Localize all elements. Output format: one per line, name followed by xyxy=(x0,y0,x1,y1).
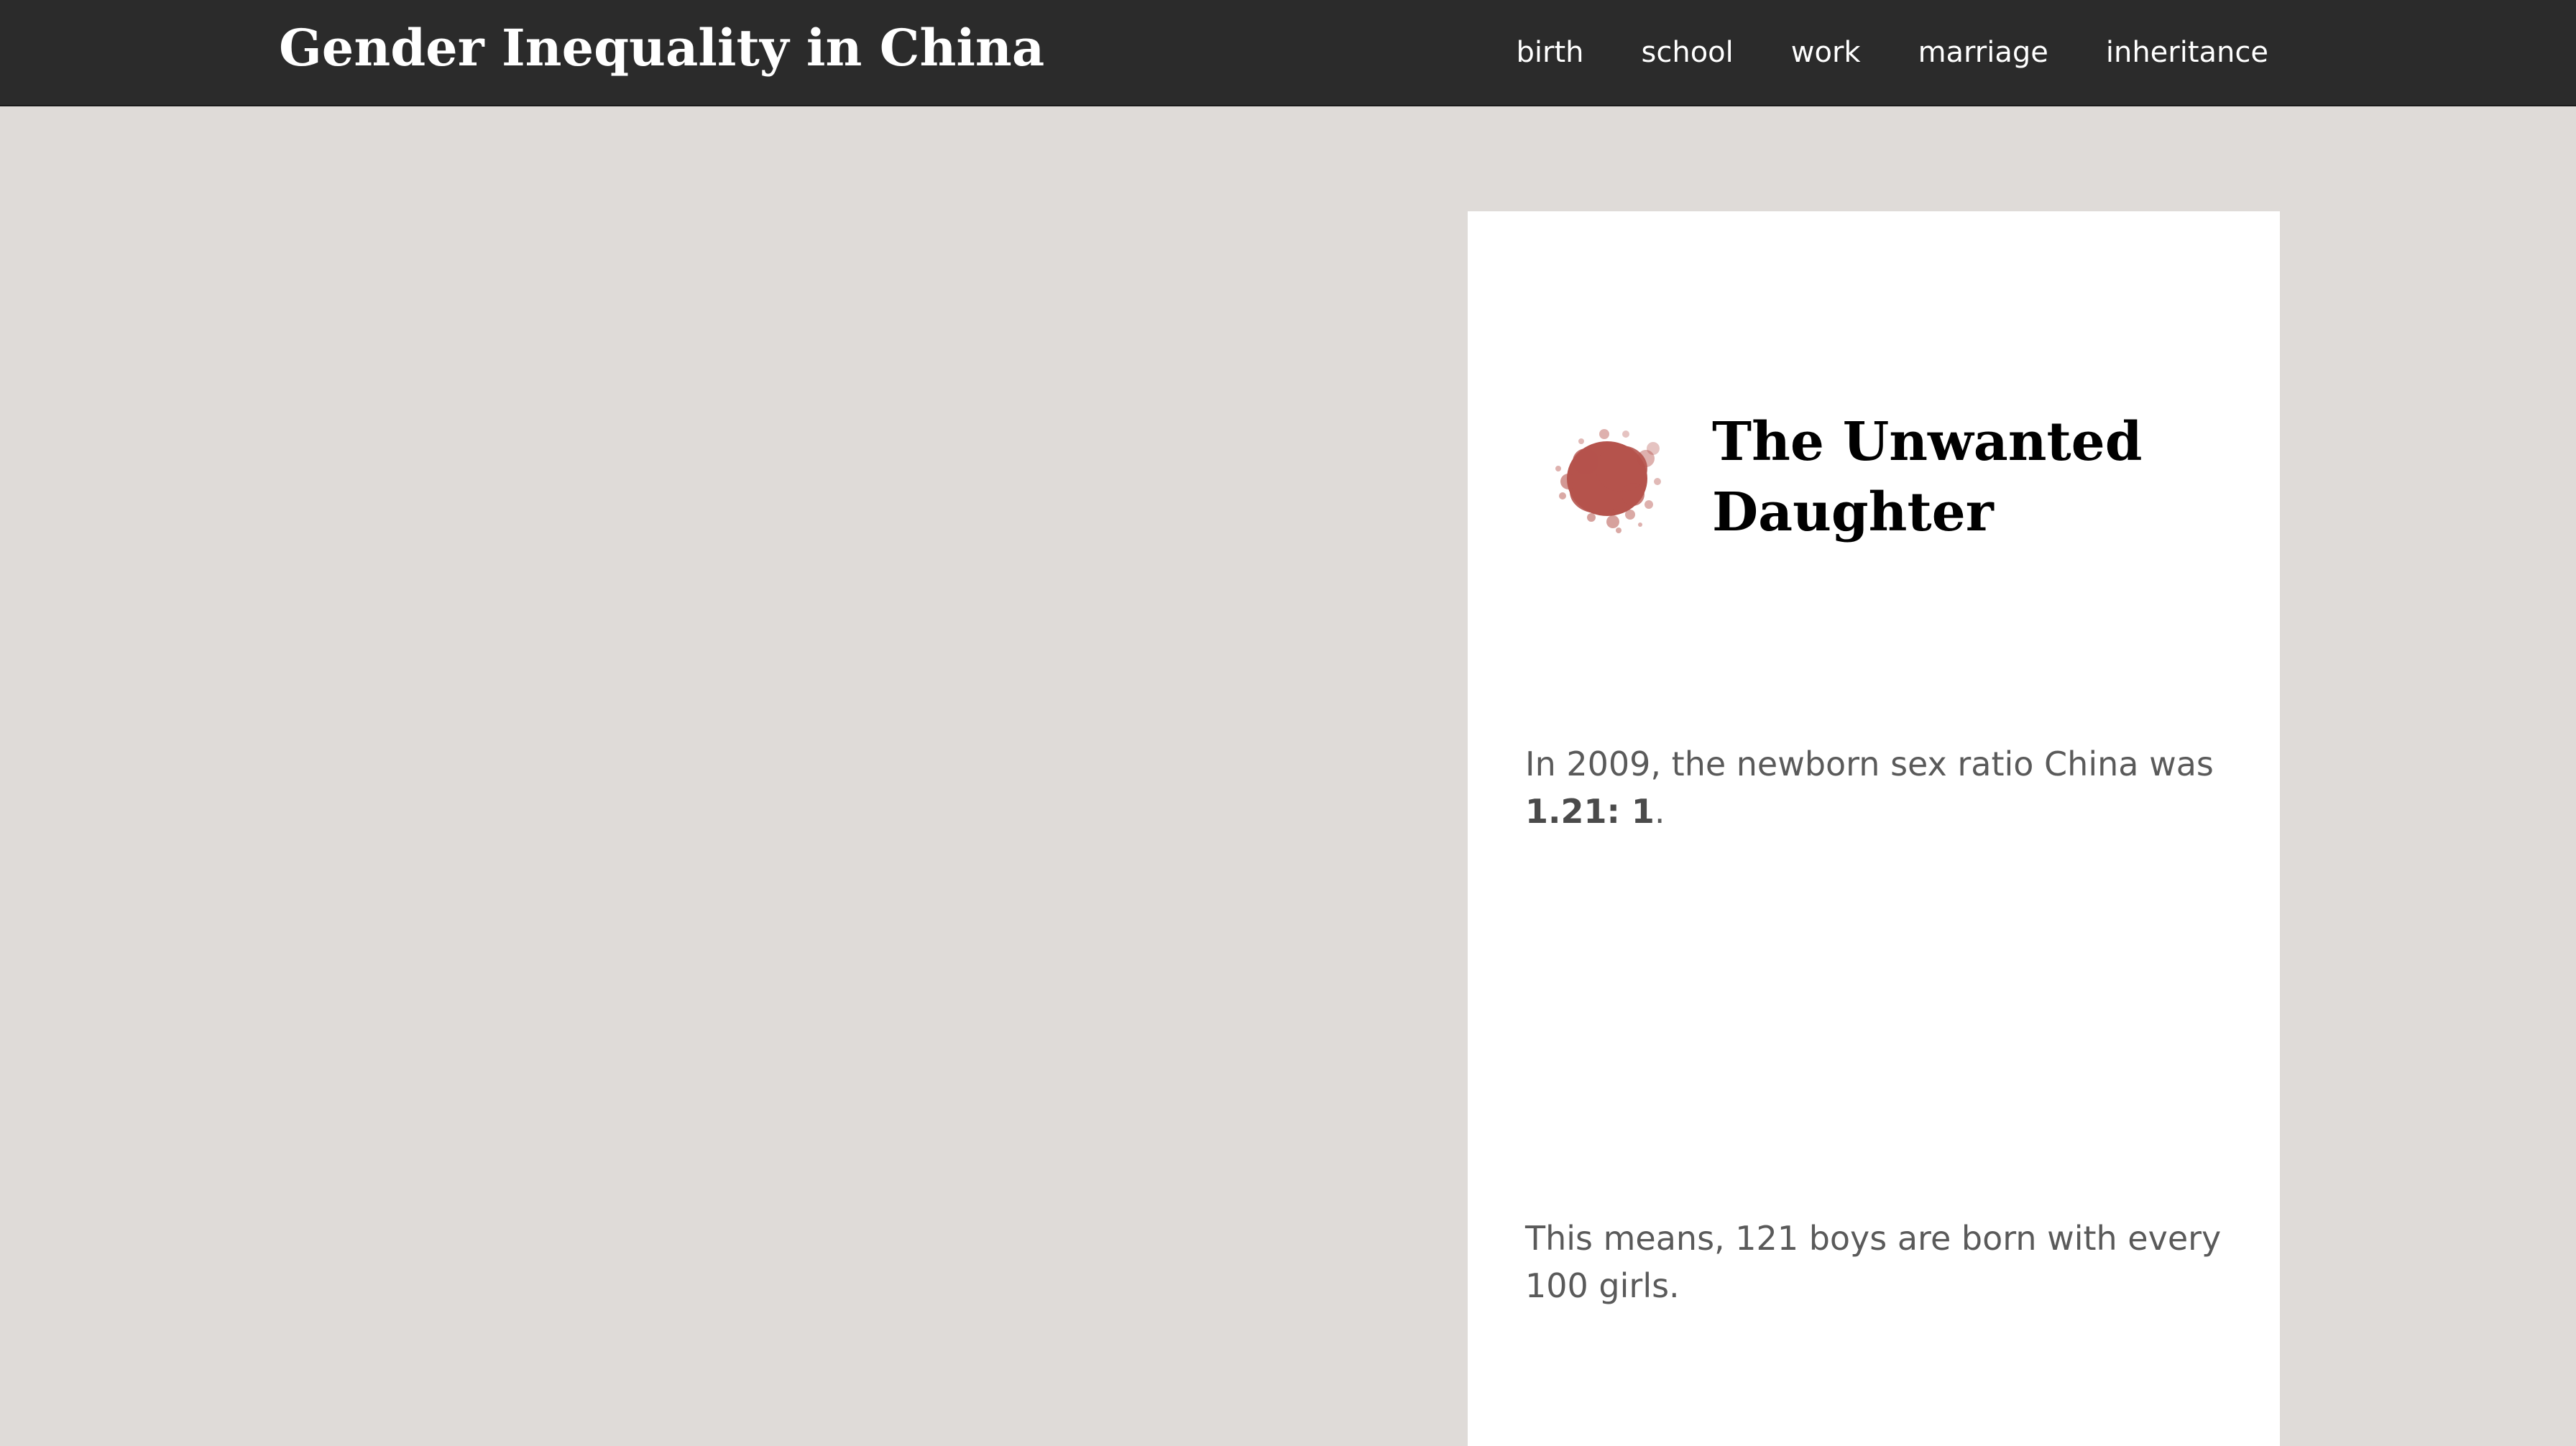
nav-link-work[interactable]: work xyxy=(1791,38,1861,67)
sex-ratio-value: 1.21: 1 xyxy=(1525,792,1655,831)
sex-ratio-text: In 2009, the newborn sex ratio China was xyxy=(1525,745,2214,783)
nav-link-birth[interactable]: birth xyxy=(1517,38,1584,67)
card-title: The Unwanted Daughter xyxy=(1712,411,2143,543)
top-navigation-bar: Gender Inequality in China birth school … xyxy=(0,0,2576,106)
site-title[interactable]: Gender Inequality in China xyxy=(279,16,1044,80)
sex-ratio-paragraph: In 2009, the newborn sex ratio China was… xyxy=(1525,740,2244,835)
paint-splat-icon xyxy=(1555,429,1661,533)
nav-link-school[interactable]: school xyxy=(1642,38,1734,67)
explanation-paragraph: This means, 121 boys are born with every… xyxy=(1525,1219,2222,1305)
story-card: The Unwanted Daughter In 2009, the newbo… xyxy=(1468,211,2280,1446)
sex-ratio-period: . xyxy=(1654,792,1665,831)
nav-link-inheritance[interactable]: inheritance xyxy=(2106,38,2268,67)
nav-link-marriage[interactable]: marriage xyxy=(1918,38,2048,67)
main-nav: birth school work marriage inheritance xyxy=(1517,0,2268,105)
